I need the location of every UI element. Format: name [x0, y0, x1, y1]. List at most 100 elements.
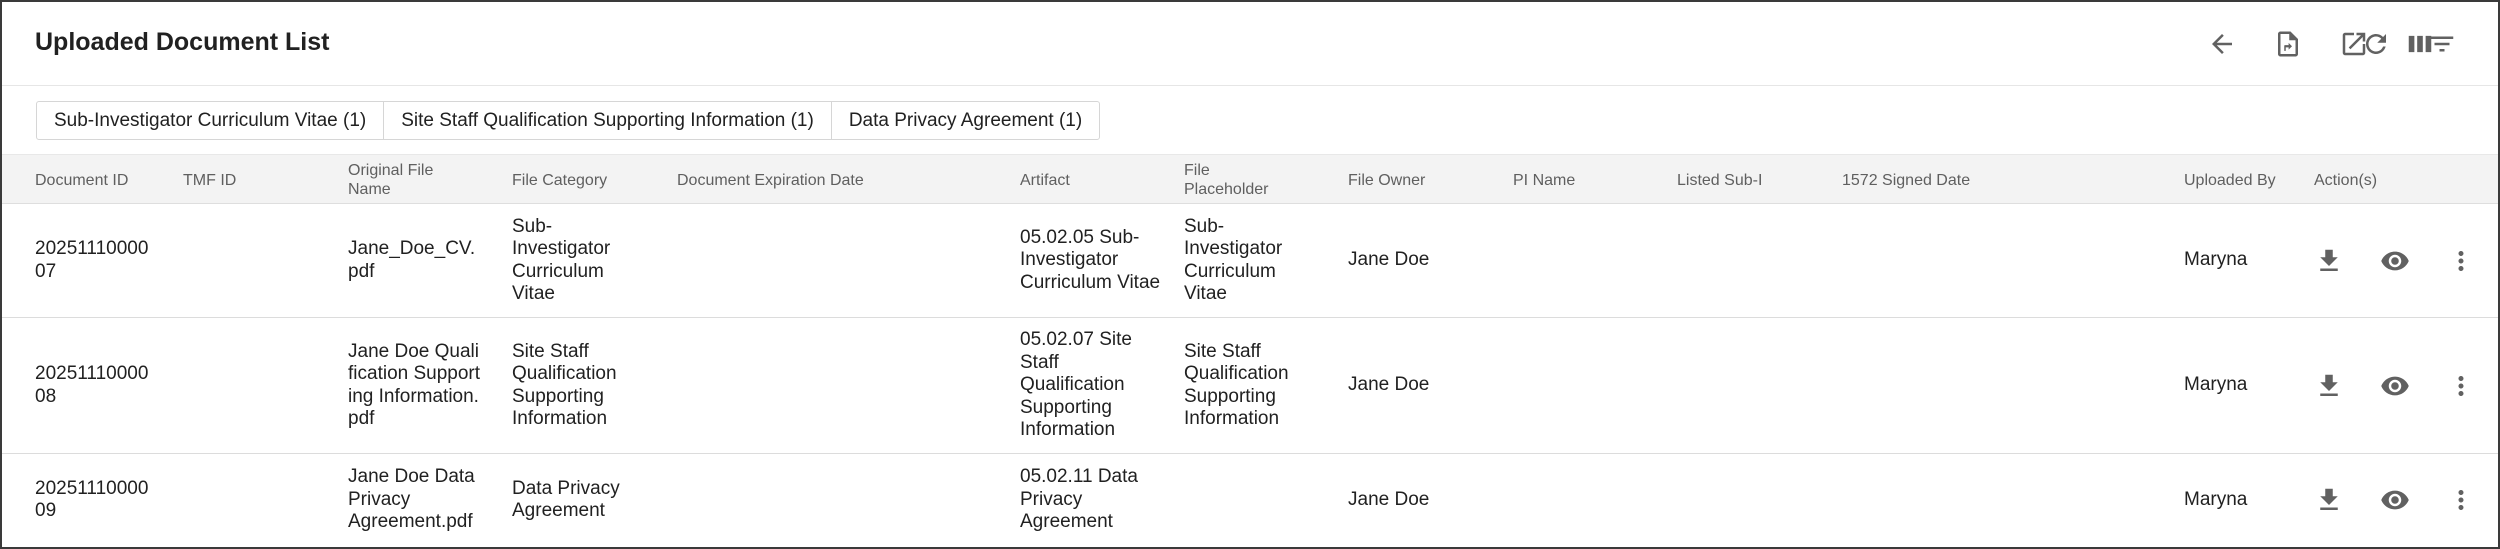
cell-file-category: Data Privacy Agreement — [512, 454, 640, 546]
cell-tmf-id — [183, 454, 313, 546]
cell-file-category: Site Staff Qualification Supporting Info… — [512, 318, 640, 453]
chip-site-staff-qualification[interactable]: Site Staff Qualification Supporting Info… — [384, 102, 832, 139]
more-options-button[interactable] — [2439, 318, 2483, 453]
col-header-artifact[interactable]: Artifact — [1020, 155, 1170, 205]
toolbar-right — [2366, 24, 2498, 64]
more-vert-icon — [2458, 250, 2464, 271]
cell-listed-sub-i — [1677, 318, 1827, 453]
cell-document-id: 2025111000008 — [35, 318, 153, 453]
cell-file-owner: Jane Doe — [1348, 318, 1498, 453]
col-header-original-file-name[interactable]: Original File Name — [348, 155, 463, 205]
chip-data-privacy-agreement[interactable]: Data Privacy Agreement (1) — [832, 102, 1099, 139]
document-list-panel: Uploaded Document List Sub-Investigator … — [0, 0, 2500, 549]
col-header-document-expiration-date[interactable]: Document Expiration Date — [677, 155, 1007, 205]
view-icon — [2381, 376, 2409, 395]
page-title: Uploaded Document List — [35, 28, 330, 56]
col-header-1572-signed-date[interactable]: 1572 Signed Date — [1842, 155, 2142, 205]
export-document-button[interactable] — [2266, 24, 2310, 64]
cell-file-placeholder: Sub-Investigator Curriculum Vitae — [1184, 204, 1309, 317]
cell-text: Data Privacy Agreement — [512, 477, 620, 522]
panel-header: Uploaded Document List — [2, 2, 2498, 86]
cell-text: Sub-Investigator Curriculum Vitae — [1184, 215, 1283, 305]
cell-text: Maryna — [2184, 374, 2248, 396]
cell-text: 2025111000009 — [35, 477, 149, 522]
cell-expiration-date — [677, 454, 1007, 546]
refresh-button[interactable] — [2354, 24, 2398, 64]
document-export-icon — [2278, 31, 2298, 57]
view-button[interactable] — [2373, 318, 2417, 453]
view-button[interactable] — [2373, 204, 2417, 317]
cell-expiration-date — [677, 204, 1007, 317]
filter-button[interactable] — [2420, 24, 2464, 64]
cell-document-id: 2025111000007 — [35, 204, 153, 317]
table-row[interactable]: 2025111000009 Jane Doe Data Privacy Agre… — [2, 454, 2498, 546]
download-button[interactable] — [2307, 454, 2351, 546]
document-table: Document ID TMF ID Original File Name Fi… — [2, 154, 2498, 546]
cell-text: Jane Doe — [1348, 249, 1430, 271]
filter-icon — [2430, 36, 2454, 52]
cell-text: Site Staff Qualification Supporting Info… — [512, 340, 617, 430]
arrow-left-icon — [2212, 34, 2232, 54]
cell-text: Site Staff Qualification Supporting Info… — [1184, 340, 1289, 430]
cell-artifact: 05.02.05 Sub-Investigator Curriculum Vit… — [1020, 204, 1165, 317]
category-filter-chips: Sub-Investigator Curriculum Vitae (1) Si… — [36, 101, 1101, 140]
cell-text: 2025111000007 — [35, 238, 149, 282]
download-button[interactable] — [2307, 204, 2351, 317]
cell-text: Sub-Investigator Curriculum Vitae — [512, 215, 611, 305]
cell-pi-name — [1513, 204, 1663, 317]
refresh-icon — [2366, 34, 2386, 54]
table-row[interactable]: 2025111000008 Jane Doe Qualification Sup… — [2, 318, 2498, 454]
cell-text: 2025111000008 — [35, 363, 149, 407]
cell-text: 05.02.05 Sub-Investigator Curriculum Vit… — [1020, 226, 1161, 293]
back-button[interactable] — [2200, 24, 2244, 64]
col-header-file-owner[interactable]: File Owner — [1348, 155, 1498, 205]
cell-file-owner: Jane Doe — [1348, 454, 1498, 546]
cell-listed-sub-i — [1677, 204, 1827, 317]
view-icon — [2381, 251, 2409, 270]
more-options-button[interactable] — [2439, 454, 2483, 546]
cell-pi-name — [1513, 454, 1663, 546]
col-header-file-category[interactable]: File Category — [512, 155, 662, 205]
col-header-uploaded-by[interactable]: Uploaded By — [2184, 155, 2304, 205]
cell-text: Jane_Doe_CV.pdf — [348, 238, 476, 282]
col-header-tmf-id[interactable]: TMF ID — [183, 155, 313, 205]
download-icon — [2320, 249, 2338, 271]
col-header-listed-sub-i[interactable]: Listed Sub-I — [1677, 155, 1827, 205]
cell-artifact: 05.02.11 Data Privacy Agreement — [1020, 454, 1165, 546]
cell-file-placeholder: Site Staff Qualification Supporting Info… — [1184, 318, 1309, 453]
download-button[interactable] — [2307, 318, 2351, 453]
table-row[interactable]: 2025111000007 Jane_Doe_CV.pdf Sub-Invest… — [2, 204, 2498, 318]
cell-file-owner: Jane Doe — [1348, 204, 1498, 317]
cell-text: Jane Doe — [1348, 488, 1430, 510]
col-header-document-id[interactable]: Document ID — [35, 155, 145, 205]
cell-document-id: 2025111000009 — [35, 454, 153, 546]
cell-original-file-name: Jane Doe Qualification Supporting Inform… — [348, 318, 483, 453]
chip-sub-investigator-cv[interactable]: Sub-Investigator Curriculum Vitae (1) — [37, 102, 385, 139]
more-vert-icon — [2458, 490, 2464, 510]
cell-uploaded-by: Maryna — [2184, 204, 2304, 317]
cell-listed-sub-i — [1677, 454, 1827, 546]
cell-uploaded-by: Maryna — [2184, 454, 2304, 546]
cell-text: Jane Doe Qualification Supporting Inform… — [348, 340, 481, 430]
cell-text: 05.02.07 Site Staff Qualification Suppor… — [1020, 329, 1132, 441]
cell-original-file-name: Jane Doe Data Privacy Agreement.pdf — [348, 454, 486, 546]
cell-expiration-date — [677, 318, 1007, 453]
cell-text: Jane Doe Data Privacy Agreement.pdf — [348, 466, 475, 533]
download-icon — [2320, 488, 2338, 510]
cell-1572-signed-date — [1842, 454, 2142, 546]
cell-artifact: 05.02.07 Site Staff Qualification Suppor… — [1020, 318, 1165, 453]
col-header-pi-name[interactable]: PI Name — [1513, 155, 1663, 205]
view-icon — [2381, 490, 2409, 510]
more-options-button[interactable] — [2439, 204, 2483, 317]
col-header-file-placeholder[interactable]: File Placeholder — [1184, 155, 1284, 205]
cell-tmf-id — [183, 318, 313, 453]
view-button[interactable] — [2373, 454, 2417, 546]
cell-text: Jane Doe — [1348, 374, 1430, 396]
cell-tmf-id — [183, 204, 313, 317]
download-icon — [2320, 374, 2338, 396]
cell-1572-signed-date — [1842, 204, 2142, 317]
col-header-actions: Action(s) — [2314, 171, 2378, 189]
cell-uploaded-by: Maryna — [2184, 318, 2304, 453]
cell-text: Maryna — [2184, 249, 2248, 271]
cell-1572-signed-date — [1842, 318, 2142, 453]
